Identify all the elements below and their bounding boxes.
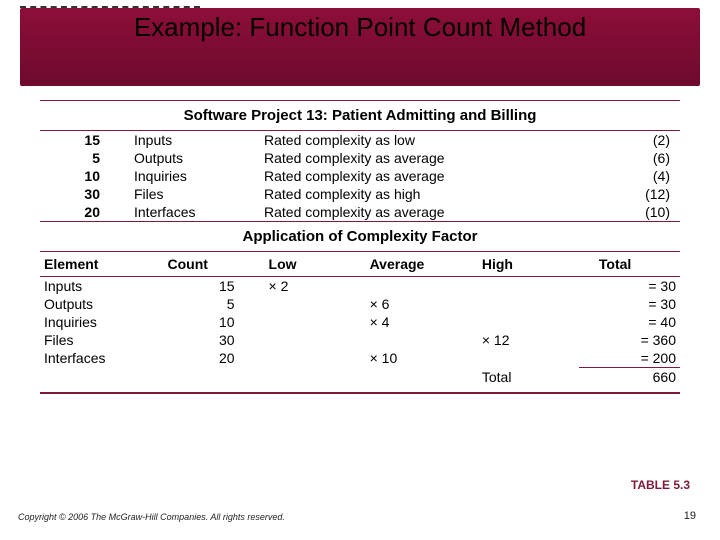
- count-cell: 15: [164, 277, 265, 295]
- table-row: 5 Outputs Rated complexity as average (6…: [40, 149, 680, 167]
- table-row: Files 30 × 12 = 360: [40, 331, 680, 349]
- element-cell: Inputs: [40, 277, 164, 295]
- count-cell: 5: [40, 149, 130, 167]
- high-cell: [478, 295, 579, 313]
- element-cell: Outputs: [40, 295, 164, 313]
- avg-cell: [366, 277, 478, 295]
- slide-title: Example: Function Point Count Method: [134, 12, 586, 42]
- grand-total: 660: [579, 368, 680, 386]
- total-cell: = 200: [579, 349, 680, 367]
- section1-heading: Software Project 13: Patient Admitting a…: [40, 101, 680, 130]
- weight-cell: (4): [520, 167, 680, 185]
- col-element: Element: [40, 252, 164, 276]
- type-cell: Inquiries: [130, 167, 260, 185]
- count-cell: 20: [164, 349, 265, 367]
- element-cell: Interfaces: [40, 349, 164, 367]
- element-cell: Inquiries: [40, 313, 164, 331]
- type-cell: Files: [130, 185, 260, 203]
- total-row: Total 660: [40, 368, 680, 386]
- complexity-rating-table: 15 Inputs Rated complexity as low (2) 5 …: [40, 131, 680, 221]
- table-row: 15 Inputs Rated complexity as low (2): [40, 131, 680, 149]
- avg-cell: × 10: [366, 349, 478, 367]
- desc-cell: Rated complexity as low: [260, 131, 520, 149]
- high-cell: × 12: [478, 331, 579, 349]
- type-cell: Inputs: [130, 131, 260, 149]
- count-cell: 10: [164, 313, 265, 331]
- copyright-text: Copyright © 2006 The McGraw-Hill Compani…: [18, 512, 285, 522]
- col-high: High: [478, 252, 579, 276]
- table-row: 30 Files Rated complexity as high (12): [40, 185, 680, 203]
- table-header-row: Element Count Low Average High Total: [40, 252, 680, 276]
- col-low: Low: [265, 252, 366, 276]
- weight-cell: (2): [520, 131, 680, 149]
- weight-cell: (12): [520, 185, 680, 203]
- table-row: Outputs 5 × 6 = 30: [40, 295, 680, 313]
- col-count: Count: [164, 252, 265, 276]
- type-cell: Outputs: [130, 149, 260, 167]
- table-row: Inputs 15 × 2 = 30: [40, 277, 680, 295]
- low-cell: [265, 295, 366, 313]
- table-number-label: TABLE 5.3: [631, 478, 690, 492]
- high-cell: [478, 277, 579, 295]
- table-row: Inquiries 10 × 4 = 40: [40, 313, 680, 331]
- decorative-dash: [20, 6, 200, 8]
- desc-cell: Rated complexity as average: [260, 167, 520, 185]
- count-cell: 30: [40, 185, 130, 203]
- low-cell: [265, 331, 366, 349]
- total-cell: = 30: [579, 295, 680, 313]
- low-cell: × 2: [265, 277, 366, 295]
- page-number: 19: [684, 510, 696, 522]
- high-cell: [478, 349, 579, 367]
- avg-cell: × 6: [366, 295, 478, 313]
- count-cell: 30: [164, 331, 265, 349]
- weight-cell: (6): [520, 149, 680, 167]
- type-cell: Interfaces: [130, 203, 260, 221]
- count-cell: 15: [40, 131, 130, 149]
- element-cell: Files: [40, 331, 164, 349]
- count-cell: 20: [40, 203, 130, 221]
- complexity-application-table: Element Count Low Average High Total Inp…: [40, 252, 680, 386]
- total-cell: = 360: [579, 331, 680, 349]
- desc-cell: Rated complexity as average: [260, 149, 520, 167]
- avg-cell: [366, 331, 478, 349]
- table-row: 10 Inquiries Rated complexity as average…: [40, 167, 680, 185]
- rule-bottom: [40, 392, 680, 394]
- high-cell: [478, 313, 579, 331]
- desc-cell: Rated complexity as high: [260, 185, 520, 203]
- col-average: Average: [366, 252, 478, 276]
- table-content: Software Project 13: Patient Admitting a…: [40, 100, 680, 394]
- avg-cell: × 4: [366, 313, 478, 331]
- total-label: Total: [478, 368, 579, 386]
- count-cell: 10: [40, 167, 130, 185]
- table-row: 20 Interfaces Rated complexity as averag…: [40, 203, 680, 221]
- total-cell: = 40: [579, 313, 680, 331]
- table-row: Interfaces 20 × 10 = 200: [40, 349, 680, 367]
- low-cell: [265, 313, 366, 331]
- title-banner: Example: Function Point Count Method: [20, 8, 700, 86]
- total-cell: = 30: [579, 277, 680, 295]
- col-total: Total: [579, 252, 680, 276]
- section2-heading: Application of Complexity Factor: [40, 222, 680, 251]
- desc-cell: Rated complexity as average: [260, 203, 520, 221]
- count-cell: 5: [164, 295, 265, 313]
- low-cell: [265, 349, 366, 367]
- weight-cell: (10): [520, 203, 680, 221]
